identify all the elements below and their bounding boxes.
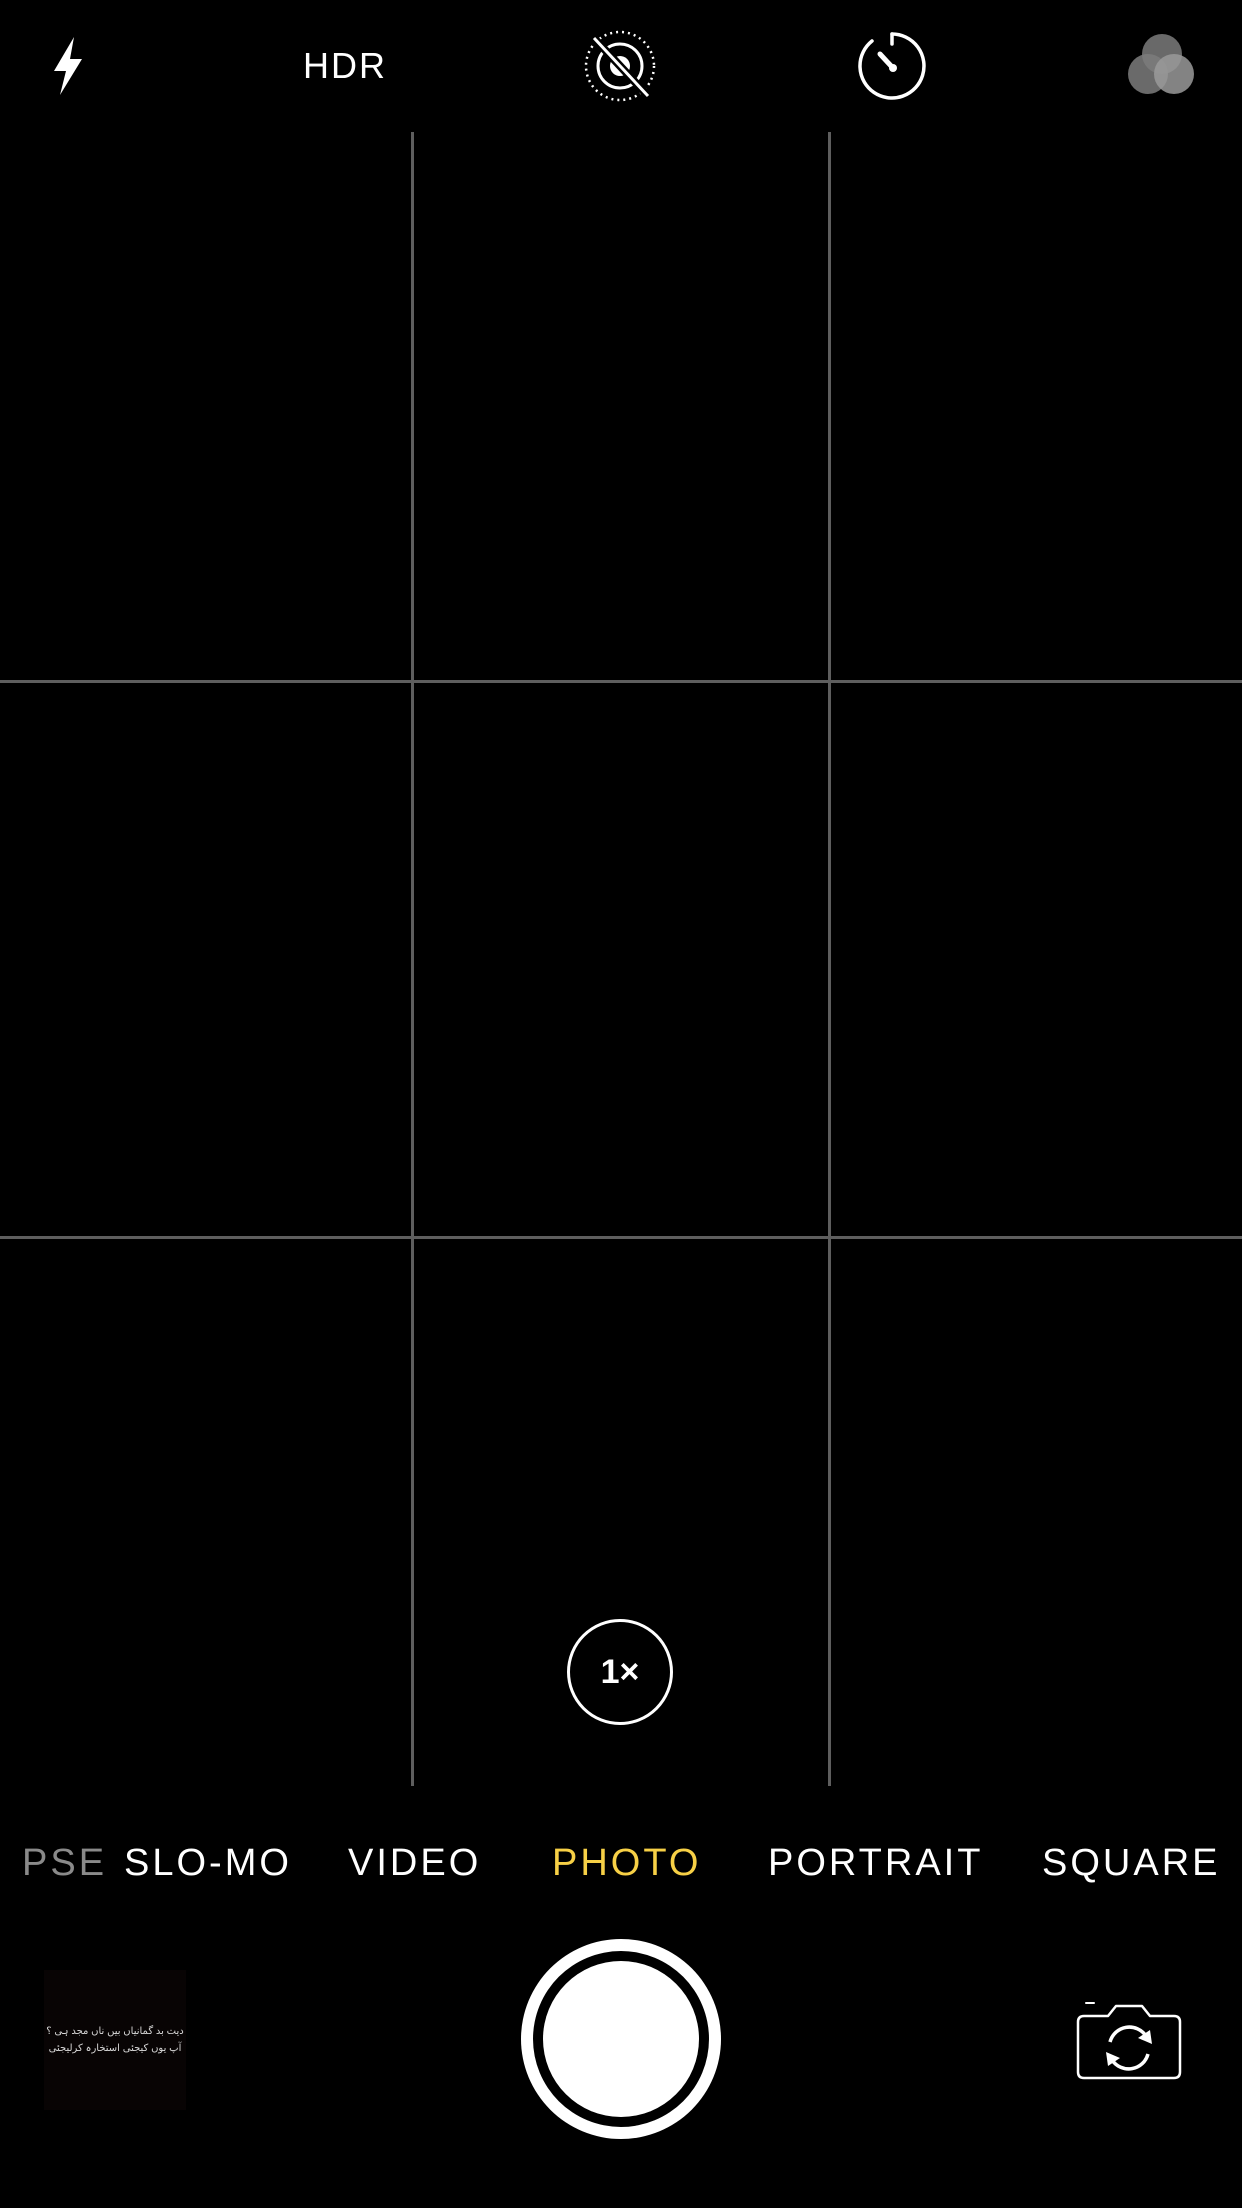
grid-line-horizontal-1 xyxy=(0,680,1242,683)
thumbnail-text-line-1: دیت بد گمانیاں بیں ناں مجد ہی ؟ xyxy=(46,2026,184,2037)
zoom-toggle-button[interactable]: 1× xyxy=(567,1619,673,1725)
last-photo-thumbnail[interactable]: دیت بد گمانیاں بیں ناں مجد ہی ؟ آپ یوں ک… xyxy=(44,1970,186,2110)
grid-line-vertical-2 xyxy=(828,132,831,1786)
flip-camera-icon[interactable] xyxy=(1074,1996,1184,2082)
hdr-button[interactable]: HDR xyxy=(290,40,400,92)
mode-slo-mo[interactable]: SLO-MO xyxy=(124,1838,292,1888)
live-photo-off-icon[interactable] xyxy=(580,26,660,106)
top-bar: HDR xyxy=(0,0,1242,132)
mode-video[interactable]: VIDEO xyxy=(348,1838,481,1888)
grid-line-horizontal-2 xyxy=(0,1236,1242,1239)
mode-photo[interactable]: PHOTO xyxy=(552,1838,701,1888)
viewfinder[interactable] xyxy=(0,132,1242,1786)
grid-line-vertical-1 xyxy=(411,132,414,1786)
mode-timelapse[interactable]: PSE xyxy=(22,1838,107,1888)
thumbnail-text-line-2: آپ یوں کیجئی استخارہ کرلیجئی xyxy=(48,2043,182,2054)
flash-icon[interactable] xyxy=(38,32,98,100)
timer-icon[interactable] xyxy=(856,30,928,102)
shutter-inner[interactable] xyxy=(543,1961,699,2117)
mode-portrait[interactable]: PORTRAIT xyxy=(768,1838,983,1888)
filters-icon[interactable] xyxy=(1124,30,1196,102)
mode-square[interactable]: SQUARE xyxy=(1042,1838,1220,1888)
